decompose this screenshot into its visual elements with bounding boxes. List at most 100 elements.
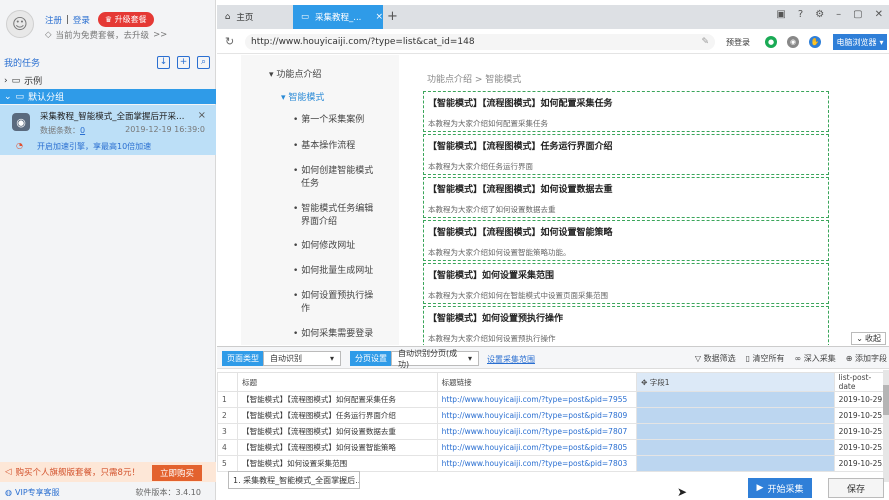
menu-item[interactable]: ▾ 智能模式 <box>281 92 324 105</box>
url-input[interactable]: http://www.houyicaiji.com/?type=list&cat… <box>245 34 715 50</box>
menu-item[interactable]: • 如何修改网址 <box>293 240 355 253</box>
cell-date[interactable]: 2019-10-25... <box>833 423 889 440</box>
cell-title[interactable]: 【智能模式】【流程图模式】如何设置数据去重 <box>237 423 438 440</box>
cell-date[interactable]: 2019-10-25... <box>833 439 889 456</box>
data-count-value[interactable]: 0 <box>80 126 85 135</box>
group-example[interactable]: › ▭ 示例 <box>0 73 216 88</box>
task-status-tab[interactable]: 1. 采集教程_智能模式_全面掌握后... <box>228 471 360 489</box>
cell-title[interactable]: 【智能模式】【流程图模式】如何配置采集任务 <box>237 391 438 408</box>
cell-title[interactable]: 【智能模式】【流程图模式】任务运行界面介绍 <box>237 407 438 424</box>
task-card[interactable]: ◉ 采集教程_智能模式_全面掌握后开采集器的... × 数据条数：0 2019-… <box>0 105 216 155</box>
refresh-icon[interactable]: ↻ <box>225 35 234 48</box>
eye-icon[interactable]: ◉ <box>787 36 799 48</box>
vip-service-link[interactable]: ◍ VIP专享客服 <box>5 487 60 498</box>
clear-all-button[interactable]: ▯ 清空所有 <box>746 353 785 364</box>
login-link[interactable]: 登录 <box>73 14 90 26</box>
table-row[interactable]: 2 【智能模式】【流程图模式】任务运行界面介绍 http://www.houyi… <box>216 407 889 424</box>
article-item[interactable]: 【智能模式】【流程图模式】如何设置智能策略 本教程为大家介绍如何设置智能策略功能… <box>423 220 829 261</box>
buy-now-button[interactable]: 立即购买 <box>151 465 202 481</box>
article-item[interactable]: 【智能模式】【流程图模式】任务运行界面介绍 本教程为大家介绍任务运行界面 <box>423 134 829 175</box>
article-title[interactable]: 【智能模式】【流程图模式】如何配置采集任务 <box>428 96 613 109</box>
cell-date[interactable]: 2019-10-25... <box>833 455 889 472</box>
cell-title[interactable]: 【智能模式】【流程图模式】如何设置智能策略 <box>237 439 438 456</box>
cell-link[interactable]: http://www.houyicaiji.com/?type=post&pid… <box>436 439 638 456</box>
menu-item[interactable]: • 如何批量生成网址 <box>293 265 373 278</box>
article-item[interactable]: 【智能模式】如何设置采集范围 本教程为大家介绍如何在智能模式中设置页面采集范围 <box>423 263 829 304</box>
article-item[interactable]: 【智能模式】【流程图模式】如何设置数据去重 本教程为大家介绍了如何设置数据去重 <box>423 177 829 218</box>
close-window-icon[interactable]: ✕ <box>875 9 883 20</box>
menu-item[interactable]: • 基本操作流程 <box>293 140 355 153</box>
tab-home[interactable]: ⌂ 主页 <box>217 5 292 29</box>
close-tab-icon[interactable]: × <box>375 12 383 22</box>
article-title[interactable]: 【智能模式】如何设置采集范围 <box>428 268 554 281</box>
table-row[interactable]: 5 【智能模式】如何设置采集范围 http://www.houyicaiji.c… <box>216 455 889 472</box>
table-scrollbar-thumb[interactable] <box>883 385 889 415</box>
prelogin-button[interactable]: 预登录 <box>726 37 750 48</box>
article-title[interactable]: 【智能模式】【流程图模式】如何设置智能策略 <box>428 225 613 238</box>
green-status-icon[interactable]: ● <box>765 36 777 48</box>
set-range-link[interactable]: 设置采集范围 <box>487 354 535 365</box>
hand-icon[interactable]: ✋ <box>809 36 821 48</box>
cell-field1[interactable] <box>636 439 835 456</box>
menu-item[interactable]: • 智能模式任务编辑 <box>293 203 373 216</box>
menu-item[interactable]: 作 <box>301 303 310 316</box>
cell-date[interactable]: 2019-10-29... <box>833 391 889 408</box>
menu-item[interactable]: 任务 <box>301 178 319 191</box>
add-field-button[interactable]: ⊕ 添加字段 <box>846 353 887 364</box>
menu-item[interactable]: • 如何设置预执行操 <box>293 290 373 303</box>
paging-select[interactable]: 自动识别分页(成功) ▾ <box>391 349 479 369</box>
help-icon[interactable]: ? <box>798 9 803 20</box>
filter-button[interactable]: ▽ 数据筛选 <box>695 353 736 364</box>
article-title[interactable]: 【智能模式】如何设置预执行操作 <box>428 311 563 324</box>
maximize-icon[interactable]: ▢ <box>853 9 862 20</box>
settings-icon[interactable]: ⚙ <box>815 9 824 20</box>
add-task-icon[interactable]: + <box>177 56 190 69</box>
group-default[interactable]: ⌄ ▭ 默认分组 <box>0 89 216 104</box>
column-header[interactable]: ✥ 字段1 <box>636 372 835 392</box>
cell-link[interactable]: http://www.houyicaiji.com/?type=post&pid… <box>436 423 638 440</box>
import-icon[interactable]: ↓ <box>157 56 170 69</box>
menu-item[interactable]: • 第一个采集案例 <box>293 114 364 127</box>
collapse-button[interactable]: ⌄ 收起 <box>851 332 886 345</box>
column-header[interactable]: list-post-date <box>833 372 889 392</box>
page-type-select[interactable]: 自动识别 ▾ <box>263 351 341 366</box>
edit-icon[interactable]: ✎ <box>701 34 709 50</box>
article-item[interactable]: 【智能模式】【流程图模式】如何配置采集任务 本教程为大家介绍如何配置采集任务 <box>423 91 829 132</box>
table-row[interactable]: 4 【智能模式】【流程图模式】如何设置智能策略 http://www.houyi… <box>216 439 889 456</box>
cell-link[interactable]: http://www.houyicaiji.com/?type=post&pid… <box>436 455 638 472</box>
cell-field1[interactable] <box>636 391 835 408</box>
column-header[interactable]: 标题链接 <box>436 372 638 392</box>
close-icon[interactable]: × <box>198 110 206 121</box>
deep-crawl-button[interactable]: ∞ 深入采集 <box>795 353 836 364</box>
article-title[interactable]: 【智能模式】【流程图模式】任务运行界面介绍 <box>428 139 613 152</box>
save-button[interactable]: 保存 <box>828 478 884 498</box>
browser-select[interactable]: 电脑浏览器 ▾ <box>833 34 887 50</box>
cell-link[interactable]: http://www.houyicaiji.com/?type=post&pid… <box>436 407 638 424</box>
tab-active[interactable]: ▭ 采集教程_... × <box>293 5 383 29</box>
column-header[interactable]: 标题 <box>237 372 438 392</box>
menu-item[interactable]: 界面介绍 <box>301 216 337 229</box>
table-row[interactable]: 1 【智能模式】【流程图模式】如何配置采集任务 http://www.houyi… <box>216 391 889 408</box>
cell-title[interactable]: 【智能模式】如何设置采集范围 <box>237 455 438 472</box>
start-crawl-button[interactable]: ▶ 开始采集 <box>748 478 812 498</box>
table-row[interactable]: 3 【智能模式】【流程图模式】如何设置数据去重 http://www.houyi… <box>216 423 889 440</box>
upgrade-button[interactable]: ♛ 升级套餐 <box>97 12 154 27</box>
cell-field1[interactable] <box>636 455 835 472</box>
menu-item[interactable]: • 如何采集需要登录 <box>293 328 373 341</box>
article-item[interactable]: 【智能模式】如何设置预执行操作 本教程为大家介绍如何设置预执行操作 <box>423 306 829 345</box>
plan-row[interactable]: ◇ 当前为免费套餐，去升级 >> <box>45 29 167 41</box>
task-title[interactable]: 采集教程_智能模式_全面掌握后开采集器的... <box>40 110 190 122</box>
cell-link[interactable]: http://www.houyicaiji.com/?type=post&pid… <box>436 391 638 408</box>
cell-field1[interactable] <box>636 407 835 424</box>
new-tab-icon[interactable]: + <box>387 9 398 24</box>
article-title[interactable]: 【智能模式】【流程图模式】如何设置数据去重 <box>428 182 613 195</box>
cell-field1[interactable] <box>636 423 835 440</box>
minimize-icon[interactable]: – <box>836 9 841 20</box>
search-task-icon[interactable]: ⌕ <box>197 56 210 69</box>
speed-row[interactable]: ◔ 开启加速引擎，享最高10倍加速 <box>16 141 151 152</box>
register-link[interactable]: 注册 <box>45 14 62 26</box>
menu-item[interactable]: ▾ 功能点介绍 <box>269 69 321 82</box>
gift-icon[interactable]: ▣ <box>776 9 785 20</box>
menu-item[interactable]: • 如何创建智能模式 <box>293 165 373 178</box>
avatar[interactable]: ☺ <box>6 10 34 38</box>
